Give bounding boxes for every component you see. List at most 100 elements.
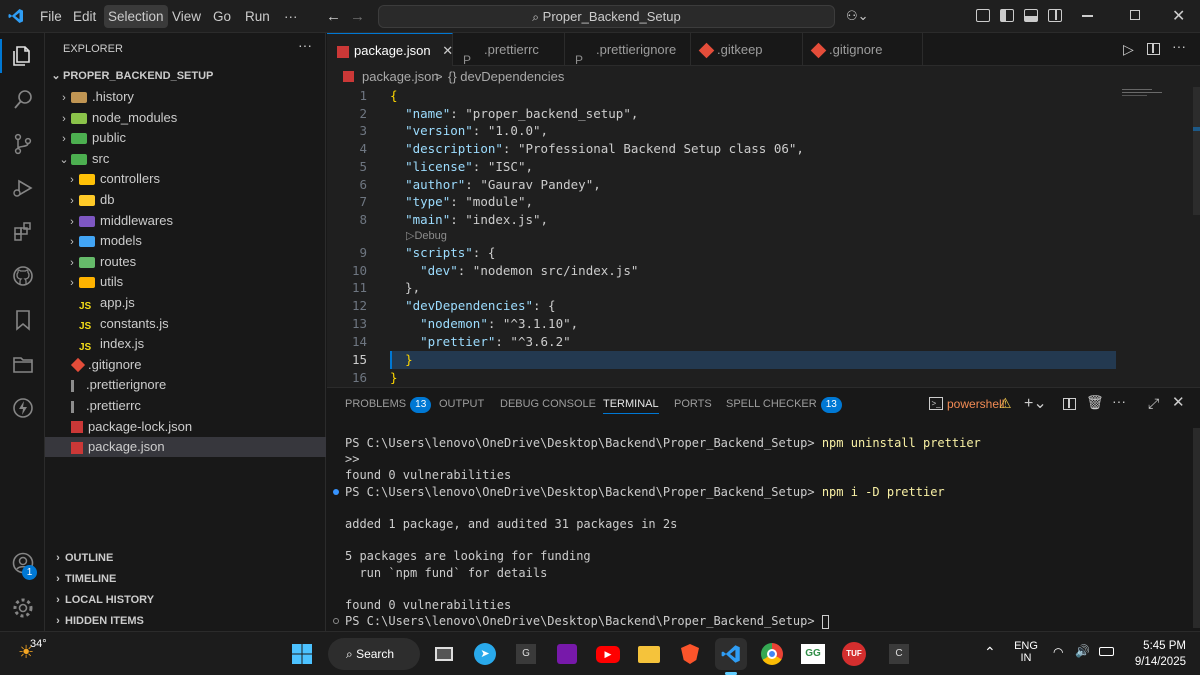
trash-icon[interactable]: 🗑 — [1086, 394, 1104, 411]
panel-tab-ports[interactable]: PORTS — [674, 388, 712, 421]
app-c-icon[interactable]: C — [883, 638, 915, 670]
tree-item[interactable]: JS app.js — [45, 293, 326, 313]
language-indicator[interactable]: ENG IN — [1014, 640, 1038, 664]
panel-tab-debug-console[interactable]: DEBUG CONSOLE — [500, 388, 596, 421]
code-line[interactable]: "author": "Gaurav Pandey", — [390, 176, 601, 194]
clock[interactable]: 5:45 PM 9/14/2025 — [1126, 638, 1186, 670]
tree-item[interactable]: package-lock.json — [45, 417, 326, 437]
tree-item[interactable]: .gitignore — [45, 355, 326, 375]
chrome-icon[interactable] — [756, 638, 788, 670]
breadcrumb-file[interactable]: package.json — [362, 66, 439, 87]
code-line[interactable]: { — [390, 87, 398, 105]
menu-run[interactable]: Run — [241, 0, 274, 33]
run-debug-icon[interactable] — [0, 166, 45, 210]
code-line[interactable]: "license": "ISC", — [390, 158, 533, 176]
editor-scrollbar[interactable] — [1193, 87, 1200, 215]
toggle-sidebar-icon[interactable] — [1000, 9, 1014, 22]
tree-item[interactable]: › .history — [45, 87, 326, 107]
tree-item[interactable]: › controllers — [45, 169, 326, 189]
tree-item[interactable]: ⌄ src — [45, 149, 326, 169]
tree-item[interactable]: › routes — [45, 252, 326, 272]
source-control-icon[interactable] — [0, 122, 45, 166]
debug-codelens[interactable]: ▷Debug — [406, 229, 447, 242]
toggle-panel-icon[interactable] — [1024, 9, 1038, 22]
taskbar-search[interactable]: ⌕ Search — [328, 638, 420, 670]
command-center-search[interactable]: ⌕ Proper_Backend_Setup — [378, 5, 835, 28]
volume-icon[interactable]: 🔊 — [1075, 644, 1090, 658]
task-view-icon[interactable] — [428, 638, 460, 670]
tree-item[interactable]: › public — [45, 128, 326, 148]
panel-more-icon[interactable]: ··· — [1112, 393, 1126, 409]
tree-item[interactable]: package.json — [45, 437, 326, 458]
run-icon[interactable]: ▷ — [1123, 41, 1134, 58]
section-timeline[interactable]: › TIMELINE — [45, 569, 326, 590]
code-editor[interactable]: ▷Debug 1 {2 "name": "proper_backend_setup… — [327, 87, 1200, 387]
geeksforgeeks-icon[interactable]: GG — [797, 638, 829, 670]
tree-item[interactable]: › middlewares — [45, 211, 326, 231]
section-outline[interactable]: › OUTLINE — [45, 548, 326, 569]
project-manager-icon[interactable] — [0, 342, 45, 386]
thunder-client-icon[interactable] — [0, 386, 45, 430]
code-line[interactable]: }, — [390, 279, 420, 297]
minimize-icon[interactable] — [1082, 15, 1093, 17]
code-line[interactable]: "main": "index.js", — [390, 211, 548, 229]
brave-icon[interactable] — [674, 638, 706, 670]
shell-name[interactable]: powershell — [947, 388, 1004, 421]
code-line[interactable]: "type": "module", — [390, 193, 533, 211]
split-terminal-icon[interactable] — [1063, 398, 1076, 410]
code-line[interactable]: "devDependencies": { — [390, 297, 556, 315]
close-panel-icon[interactable]: ✕ — [1172, 393, 1185, 411]
account-icon[interactable]: 1 — [0, 541, 45, 585]
more-actions-icon[interactable]: ··· — [298, 37, 312, 53]
split-editor-icon[interactable] — [1147, 43, 1160, 55]
tab-package-json[interactable]: package.json ✕ — [327, 33, 453, 66]
restore-icon[interactable] — [1130, 10, 1140, 20]
tab-gitignore[interactable]: .gitignore — [803, 33, 923, 66]
panel-tab-spell-checker[interactable]: SPELL CHECKER 13 — [726, 388, 842, 421]
tree-item[interactable]: › node_modules — [45, 108, 326, 128]
menu-view[interactable]: View — [168, 0, 205, 33]
code-line[interactable]: "version": "1.0.0", — [390, 122, 548, 140]
breadcrumb-node[interactable]: {} devDependencies — [448, 66, 564, 87]
command-decoration-icon[interactable] — [333, 488, 339, 495]
section-local-history[interactable]: › LOCAL HISTORY — [45, 590, 326, 611]
code-line[interactable]: "dev": "nodemon src/index.js" — [390, 262, 638, 280]
back-arrow-icon[interactable]: ← — [326, 8, 341, 25]
close-icon[interactable]: ✕ — [1172, 6, 1185, 26]
tree-item[interactable]: .prettierrc — [45, 396, 326, 416]
file-explorer-icon[interactable] — [633, 638, 665, 670]
minimap[interactable] — [1122, 87, 1186, 105]
toggle-secondary-sidebar-icon[interactable] — [1048, 9, 1062, 22]
code-line[interactable]: } — [390, 351, 413, 369]
tab-prettierignore[interactable]: P .prettierignore — [565, 33, 691, 67]
menu-go[interactable]: Go — [209, 0, 235, 33]
tree-item[interactable]: › utils — [45, 272, 326, 292]
onenote-icon[interactable] — [551, 638, 583, 670]
code-line[interactable]: "name": "proper_backend_setup", — [390, 105, 638, 123]
telegram-icon[interactable]: ➤ — [469, 638, 501, 670]
show-hidden-icons-icon[interactable]: ⌃ — [984, 644, 996, 661]
terminal-scrollbar[interactable] — [1193, 428, 1200, 628]
customize-layout-icon[interactable] — [976, 9, 990, 22]
command-decoration-icon[interactable] — [333, 618, 339, 625]
panel-tab-terminal[interactable]: TERMINAL — [603, 388, 659, 414]
panel-tab-output[interactable]: OUTPUT — [439, 388, 484, 421]
tab-prettierrc[interactable]: P .prettierrc — [453, 33, 565, 67]
editor-more-icon[interactable]: ··· — [1172, 38, 1186, 54]
panel-tab-problems[interactable]: PROBLEMS 13 — [345, 388, 432, 421]
menu-more[interactable]: ··· — [280, 0, 302, 33]
manage-gear-icon[interactable] — [0, 586, 45, 630]
tuf-icon[interactable]: TUF — [838, 638, 870, 670]
workspace-root[interactable]: ⌄ PROPER_BACKEND_SETUP — [45, 66, 326, 86]
close-tab-icon[interactable]: ✕ — [442, 43, 453, 58]
windows-start-icon[interactable] — [286, 638, 318, 670]
section-hidden-items[interactable]: › HIDDEN ITEMS — [45, 611, 326, 632]
code-line[interactable]: "description": "Professional Backend Set… — [390, 140, 804, 158]
tree-item[interactable]: JS constants.js — [45, 314, 326, 334]
code-line[interactable]: "scripts": { — [390, 244, 495, 262]
extensions-icon[interactable] — [0, 210, 45, 254]
vscode-taskbar-icon[interactable] — [715, 638, 747, 670]
tree-item[interactable]: JS index.js — [45, 334, 326, 354]
code-line[interactable]: } — [390, 369, 398, 387]
maximize-panel-icon[interactable]: ⤢ — [1148, 395, 1159, 412]
